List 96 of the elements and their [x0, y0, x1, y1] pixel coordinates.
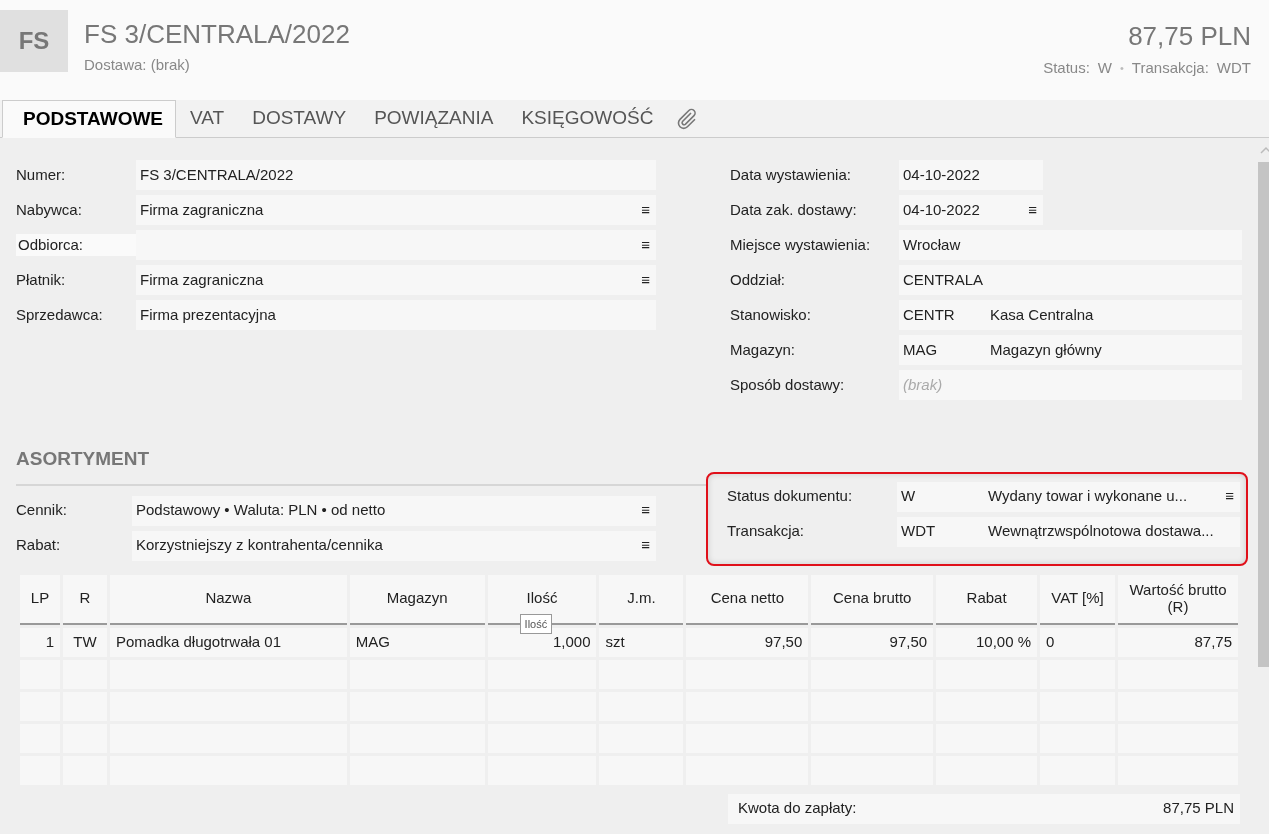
tab[interactable]: KSIĘGOWOŚĆ [507, 100, 668, 137]
menu-icon[interactable]: ≡ [641, 268, 650, 292]
field-value: Firma prezentacyjna [140, 304, 276, 325]
column-header[interactable]: Cena brutto [811, 574, 934, 625]
field-label: Data wystawienia: [730, 164, 852, 185]
field-label: Odbiorca: [16, 233, 136, 257]
input-field[interactable]: 04-10-2022 ≡ [899, 195, 1043, 225]
field-label: Miejsce wystawienia: [730, 234, 872, 255]
delivery-subtitle: Dostawa: (brak) [84, 54, 191, 75]
field-label: Transakcja: [727, 521, 805, 542]
field-label: Status dokumentu: [727, 486, 854, 507]
field-code: MAG [903, 339, 939, 360]
field-label: Cennik: [16, 500, 68, 521]
field-code: CENTR [903, 304, 956, 325]
tab[interactable]: PODSTAWOWE [2, 100, 177, 138]
column-header[interactable]: R [62, 574, 107, 625]
input-field[interactable]: MAG Magazyn główny [899, 335, 1242, 365]
status-value: W [1097, 57, 1112, 78]
field-value: Wewnątrzwspólnotowa dostawa... [988, 521, 1214, 542]
tab[interactable]: POWIĄZANIA [360, 100, 508, 137]
field-placeholder: (brak) [903, 374, 943, 395]
field-value: 04-10-2022 [903, 199, 980, 220]
field-label: Stanowisko: [730, 304, 812, 325]
field-label: Nabywca: [16, 199, 83, 220]
field-value: Korzystniejszy z kontrahenta/cennika [136, 535, 383, 556]
field-label: Magazyn: [730, 339, 797, 360]
column-header[interactable]: Wartość brutto (R) [1118, 574, 1238, 625]
field-label: Sposób dostawy: [730, 374, 846, 395]
field-value: 04-10-2022 [903, 164, 980, 185]
transaction-value: WDT [1216, 57, 1251, 78]
table-cell: Pomadka długotrwała 01 [109, 627, 347, 657]
scroll-up-icon[interactable] [1260, 146, 1269, 154]
total-value: 87,75 PLN [1163, 798, 1234, 819]
table-cell: 97,50 [686, 627, 809, 657]
field-label: Numer: [16, 164, 67, 185]
input-field[interactable]: Firma zagraniczna ≡ [136, 195, 656, 225]
tab[interactable]: VAT [176, 100, 239, 137]
input-field[interactable]: 04-10-2022 [899, 160, 1043, 190]
column-header[interactable]: Rabat [936, 574, 1038, 625]
field-label: Data zak. dostawy: [730, 199, 858, 220]
field-value: Kasa Centralna [990, 304, 1094, 325]
field-value: FS 3/CENTRALA/2022 [140, 164, 294, 185]
input-field[interactable]: CENTRALA [899, 265, 1242, 295]
input-field[interactable]: Korzystniejszy z kontrahenta/cennika ≡ [132, 530, 656, 561]
field-label: Płatnik: [16, 269, 67, 290]
table-cell: 1 [20, 627, 60, 657]
field-value: Firma zagraniczna [140, 269, 264, 290]
column-header[interactable]: VAT [%] [1040, 574, 1115, 625]
menu-icon[interactable]: ≡ [641, 198, 650, 222]
document-title: FS 3/CENTRALA/2022 [84, 20, 350, 49]
column-header[interactable]: Magazyn [349, 574, 485, 625]
input-field[interactable]: Firma prezentacyjna [136, 300, 656, 330]
input-field[interactable]: FS 3/CENTRALA/2022 [136, 160, 656, 190]
field-value: Wydany towar i wykonane u... [988, 486, 1188, 507]
table-cell: TW [62, 627, 107, 657]
column-header[interactable]: J.m. [599, 574, 684, 625]
field-value: Magazyn główny [990, 339, 1102, 360]
column-header[interactable]: Cena netto [686, 574, 809, 625]
total-label: Kwota do zapłaty: [738, 798, 857, 819]
separator-dot: • [1120, 60, 1124, 76]
menu-icon[interactable]: ≡ [641, 499, 650, 522]
table-cell: 97,50 [811, 627, 934, 657]
field-label: Oddział: [730, 269, 787, 290]
input-field[interactable]: Firma zagraniczna ≡ [136, 265, 656, 295]
table-cell: 87,75 [1118, 627, 1238, 657]
menu-icon[interactable]: ≡ [641, 534, 650, 557]
field-label: Sprzedawca: [16, 304, 104, 325]
menu-icon[interactable]: ≡ [641, 233, 650, 257]
input-field[interactable]: CENTR Kasa Centralna [899, 300, 1242, 330]
table-cell: szt [599, 627, 684, 657]
field-label: Rabat: [16, 535, 62, 556]
section-title: ASORTYMENT [16, 447, 150, 471]
input-field[interactable]: Podstawowy • Waluta: PLN • od netto ≡ [132, 495, 656, 526]
input-field[interactable]: W Wydany towar i wykonane u... ≡ [897, 481, 1240, 512]
field-value: CENTRALA [903, 269, 984, 290]
table-cell: 0 [1040, 627, 1115, 657]
input-field[interactable]: WDT Wewnątrzwspólnotowa dostawa... [897, 516, 1240, 547]
field-code: W [901, 486, 917, 507]
input-field[interactable]: ≡ [136, 230, 656, 260]
table-cell: 1,000 [487, 627, 597, 657]
table-cell: MAG [349, 627, 485, 657]
menu-icon[interactable]: ≡ [1225, 485, 1234, 508]
field-value: Podstawowy • Waluta: PLN • od netto [136, 500, 386, 521]
total-amount: 87,75 PLN [1127, 22, 1251, 51]
status-label: Status: [1043, 57, 1090, 78]
field-value: Firma zagraniczna [140, 199, 264, 220]
field-code: WDT [901, 521, 937, 542]
column-header[interactable]: Nazwa [109, 574, 347, 625]
field-value: Wrocław [903, 234, 961, 255]
document-type-badge: FS [0, 10, 68, 72]
column-header[interactable]: LP [20, 574, 60, 625]
menu-icon[interactable]: ≡ [1028, 198, 1037, 222]
tab[interactable]: DOSTAWY [238, 100, 361, 137]
transaction-label: Transakcja: [1131, 57, 1209, 78]
table-cell: 10,00 % [936, 627, 1038, 657]
input-field[interactable]: Wrocław [899, 230, 1242, 260]
